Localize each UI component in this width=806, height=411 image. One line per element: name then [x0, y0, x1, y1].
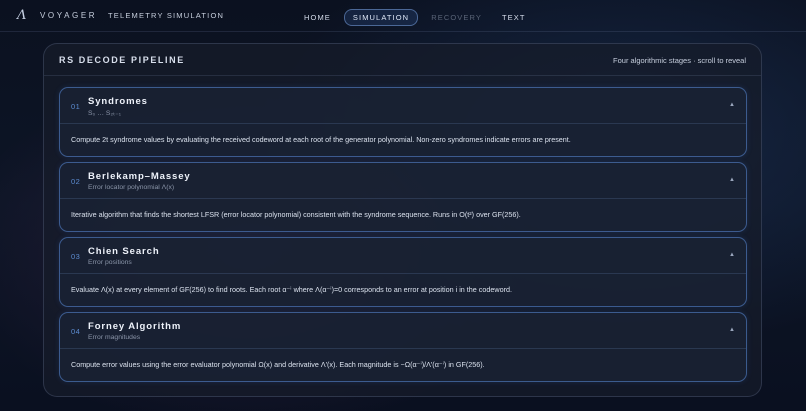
- panel-title: RS DECODE PIPELINE: [59, 55, 185, 65]
- stage-description: Compute 2t syndrome values by evaluating…: [71, 135, 571, 144]
- stage-number: 02: [71, 177, 81, 186]
- stage-card-berlekamp-massey: 02 Berlekamp–Massey Error locator polyno…: [59, 162, 747, 232]
- stage-header[interactable]: 01 Syndromes S₀ … S₂ₜ₋₁ ▲: [60, 88, 746, 124]
- chevron-up-icon[interactable]: ▲: [729, 177, 735, 183]
- stage-description: Evaluate Λ(x) at every element of GF(256…: [71, 285, 512, 294]
- stage-title: Forney Algorithm: [88, 321, 182, 332]
- stage-title: Chien Search: [88, 246, 160, 257]
- stage-number: 03: [71, 252, 81, 261]
- chevron-up-icon[interactable]: ▲: [729, 102, 735, 108]
- stage-header[interactable]: 03 Chien Search Error positions ▲: [60, 238, 746, 274]
- stage-card-chien-search: 03 Chien Search Error positions ▲ Evalua…: [59, 237, 747, 307]
- stage-subtitle: Error positions: [88, 259, 132, 266]
- panel-header: RS DECODE PIPELINE Four algorithmic stag…: [44, 44, 761, 76]
- stage-subtitle: Error locator polynomial Λ(x): [88, 184, 175, 191]
- top-navigation-bar: Λ VOYAGER TELEMETRY SIMULATION HOME SIMU…: [0, 0, 806, 32]
- chevron-up-icon[interactable]: ▲: [729, 252, 735, 258]
- main-nav: HOME SIMULATION RECOVERY TEXT: [297, 9, 539, 26]
- stage-card-forney: 04 Forney Algorithm Error magnitudes ▲ C…: [59, 312, 747, 382]
- app-section-title: TELEMETRY SIMULATION: [108, 11, 225, 20]
- stage-description: Iterative algorithm that finds the short…: [71, 210, 521, 219]
- nav-recovery: RECOVERY: [431, 13, 482, 22]
- stage-card-syndromes: 01 Syndromes S₀ … S₂ₜ₋₁ ▲ Compute 2t syn…: [59, 87, 747, 157]
- rs-decode-panel: RS DECODE PIPELINE Four algorithmic stag…: [43, 43, 762, 397]
- stage-number: 04: [71, 327, 81, 336]
- nav-text[interactable]: TEXT: [495, 9, 533, 26]
- stage-header[interactable]: 04 Forney Algorithm Error magnitudes ▲: [60, 313, 746, 349]
- nav-home[interactable]: HOME: [297, 9, 338, 26]
- chevron-up-icon[interactable]: ▲: [729, 327, 735, 333]
- stage-subtitle: Error magnitudes: [88, 334, 141, 341]
- stage-subtitle: S₀ … S₂ₜ₋₁: [88, 110, 121, 117]
- stage-title: Syndromes: [88, 96, 148, 107]
- stage-header[interactable]: 02 Berlekamp–Massey Error locator polyno…: [60, 163, 746, 199]
- stage-title: Berlekamp–Massey: [88, 171, 191, 182]
- stage-description: Compute error values using the error eva…: [71, 360, 485, 369]
- panel-note: Four algorithmic stages · scroll to reve…: [613, 56, 746, 65]
- lambda-logo-icon: Λ: [17, 8, 27, 23]
- stage-number: 01: [71, 102, 81, 111]
- brand-name[interactable]: VOYAGER: [40, 11, 97, 20]
- nav-simulation[interactable]: SIMULATION: [343, 9, 419, 26]
